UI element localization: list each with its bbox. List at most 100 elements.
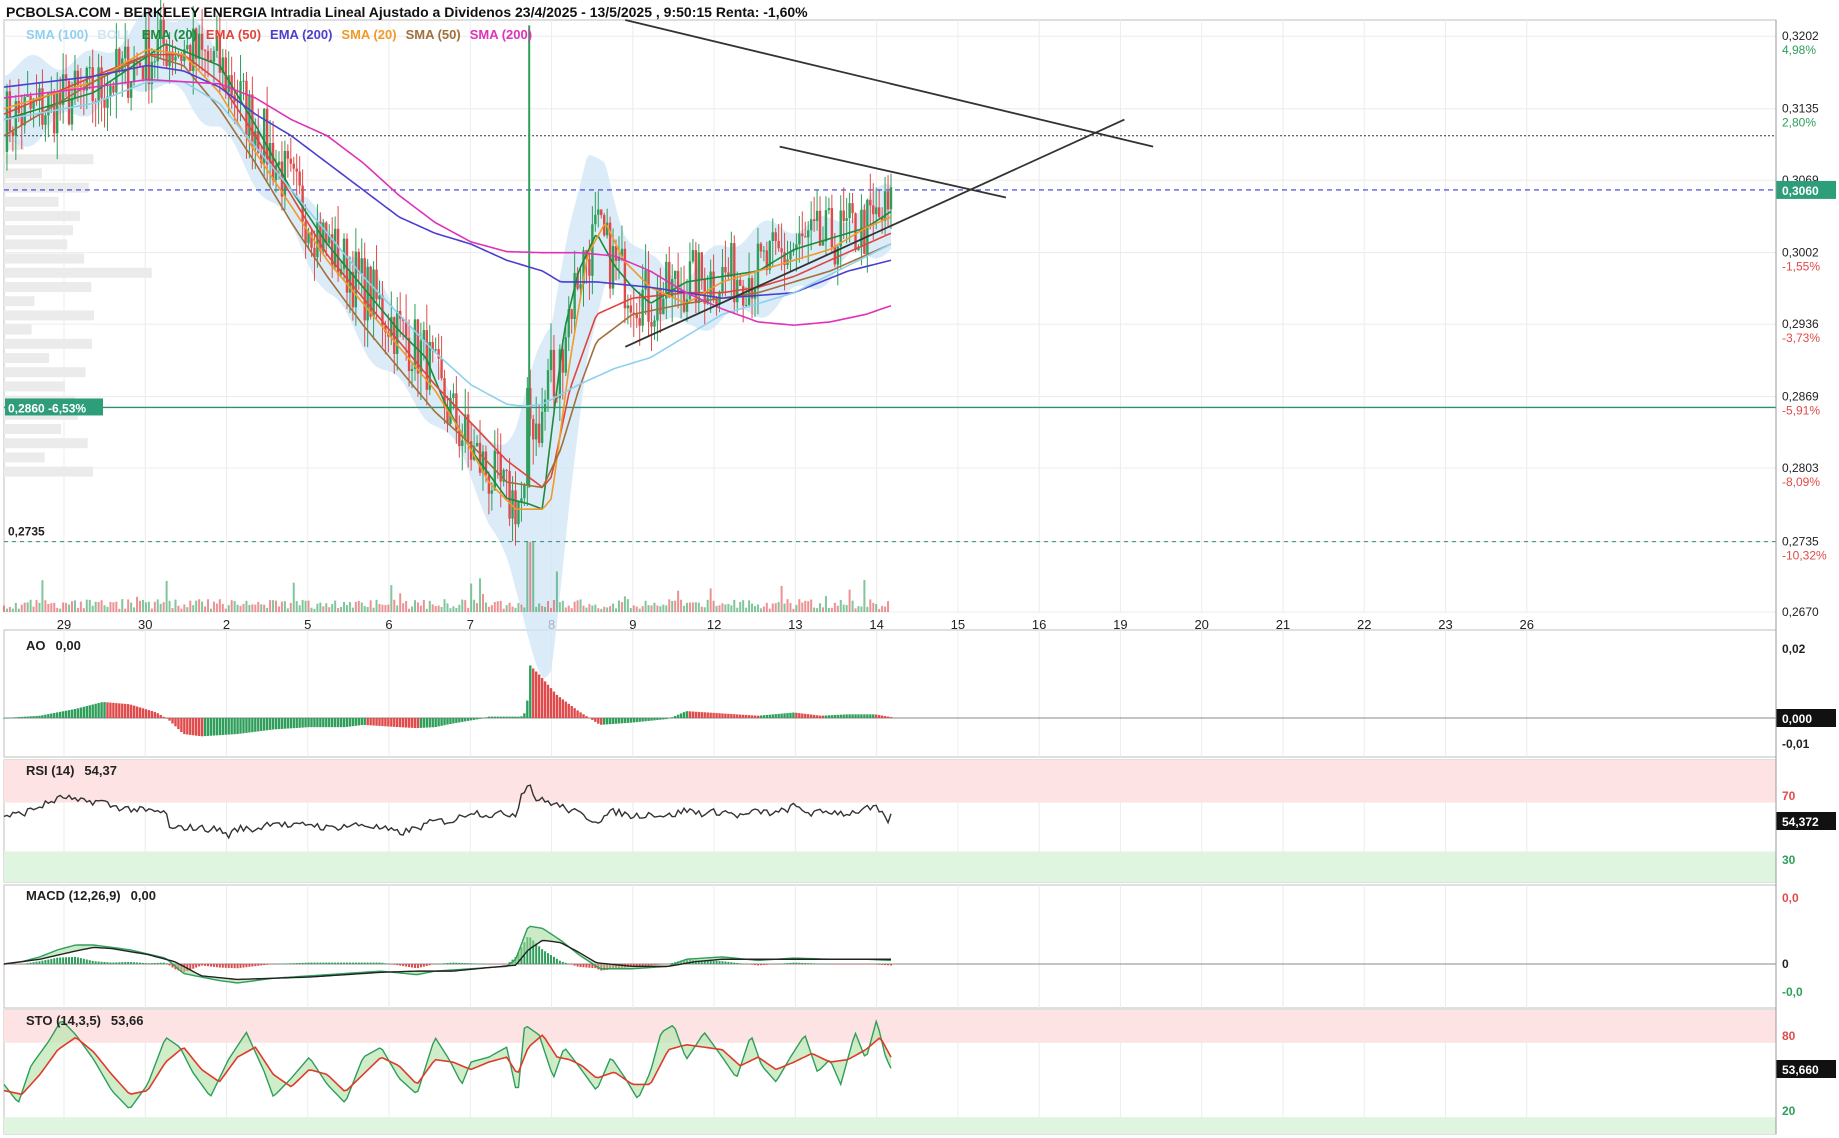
ao-bar xyxy=(585,716,588,718)
legend-sma20[interactable]: SMA (20) xyxy=(341,27,396,42)
candle-body xyxy=(830,208,834,248)
ao-bar xyxy=(727,713,730,718)
volume-bar xyxy=(795,604,798,612)
macd-hist-bar xyxy=(768,964,771,965)
legend-sma200[interactable]: SMA (200) xyxy=(470,27,532,42)
volume-bar xyxy=(573,601,576,612)
ao-bar xyxy=(629,718,633,723)
x-tick-label: 29 xyxy=(57,617,71,632)
macd-hist-bar xyxy=(32,962,35,964)
volume-bar xyxy=(215,603,218,612)
volume-bar xyxy=(408,608,411,612)
macd-hist-bar xyxy=(742,963,745,965)
candle-body xyxy=(14,101,18,136)
legend-ema50[interactable]: EMA (50) xyxy=(206,27,261,42)
volume-bar xyxy=(419,605,422,612)
ao-bar xyxy=(481,718,485,719)
ao-bar xyxy=(880,715,884,718)
macd-hist-bar xyxy=(564,962,567,964)
volume-bar xyxy=(677,590,680,612)
legend-boll[interactable]: BOLL xyxy=(97,27,132,42)
volume-bar xyxy=(653,602,656,612)
volume-bar xyxy=(842,604,845,612)
legend-ema200[interactable]: EMA (200) xyxy=(270,27,332,42)
volume-bar xyxy=(224,608,227,612)
ao-bar xyxy=(422,718,426,728)
macd-hist-bar xyxy=(869,964,872,965)
candle-body xyxy=(378,295,381,300)
macd-hist-bar xyxy=(458,962,461,964)
ao-bar xyxy=(709,712,712,718)
ao-bar xyxy=(665,718,668,720)
ao-bar xyxy=(180,718,183,732)
volume-bar xyxy=(759,608,762,612)
rsi-label: RSI (14) xyxy=(26,763,75,778)
volume-bar xyxy=(428,600,431,612)
volume-bar xyxy=(97,601,100,612)
x-tick-label: 5 xyxy=(304,617,311,632)
volume-bar xyxy=(629,608,632,612)
macd-hist-bar xyxy=(718,961,721,964)
ao-bar xyxy=(292,718,295,729)
candle-body xyxy=(886,191,890,210)
macd-hist-bar xyxy=(62,957,65,964)
volume-bar xyxy=(615,608,618,612)
legend-ema20[interactable]: EMA (20) xyxy=(142,27,197,42)
ao-bar xyxy=(685,711,689,718)
candle-body xyxy=(851,203,854,214)
legend-sma50[interactable]: SMA (50) xyxy=(406,27,461,42)
candle-body xyxy=(543,399,547,412)
rsi-y-tick: 70 xyxy=(1782,789,1796,803)
volume-bar xyxy=(5,608,8,612)
volume-bar xyxy=(310,607,313,612)
candle-body xyxy=(298,171,301,186)
chart-canvas[interactable]: 293025678912131415161920212223260,32020,… xyxy=(0,0,1839,1138)
ao-bar xyxy=(218,718,222,736)
legend-sma100[interactable]: SMA (100) xyxy=(26,27,88,42)
ao-bar xyxy=(472,718,476,720)
volume-bar xyxy=(742,600,745,612)
macd-hist-bar xyxy=(419,964,422,968)
candle-body xyxy=(212,50,216,62)
candle-body xyxy=(839,210,842,247)
candle-body xyxy=(771,232,774,242)
macd-hist-bar xyxy=(467,963,470,964)
volume-bar xyxy=(357,600,360,612)
candle-body xyxy=(739,279,742,286)
ao-bar xyxy=(118,703,121,718)
ao-bar xyxy=(668,718,671,719)
ao-bar xyxy=(561,699,565,718)
macd-hist-bar xyxy=(541,949,544,964)
macd-hist-bar xyxy=(144,963,147,964)
rsi-y-tick: 30 xyxy=(1782,853,1796,867)
macd-hist-bar xyxy=(354,962,357,964)
x-tick-label: 15 xyxy=(951,617,965,632)
macd-hist-bar xyxy=(269,964,272,965)
ao-bar xyxy=(97,703,100,718)
ao-bar xyxy=(600,718,603,725)
ao-bar xyxy=(815,715,819,718)
ao-bar xyxy=(703,712,706,718)
volume-bar xyxy=(168,600,171,612)
ao-bar xyxy=(168,718,171,721)
macd-hist-bar xyxy=(724,961,727,964)
volume-bar xyxy=(499,600,502,612)
ao-bar xyxy=(106,702,109,718)
volume-bar xyxy=(192,605,195,612)
volume-bar xyxy=(269,600,272,612)
volume-profile-bar xyxy=(4,253,85,264)
volume-bar xyxy=(762,606,765,612)
macd-hist-bar xyxy=(399,964,402,966)
ao-bar xyxy=(484,717,488,718)
volume-bar xyxy=(801,602,804,612)
volume-bar xyxy=(700,606,703,612)
candle-body xyxy=(691,250,695,262)
macd-hist-bar xyxy=(79,958,82,964)
volume-bar xyxy=(47,603,50,612)
volume-bar xyxy=(650,605,653,612)
macd-hist-bar xyxy=(845,964,848,965)
ao-bar xyxy=(38,715,41,718)
volume-bar xyxy=(218,599,221,612)
ao-bar xyxy=(733,714,736,718)
macd-hist-bar xyxy=(431,964,434,965)
